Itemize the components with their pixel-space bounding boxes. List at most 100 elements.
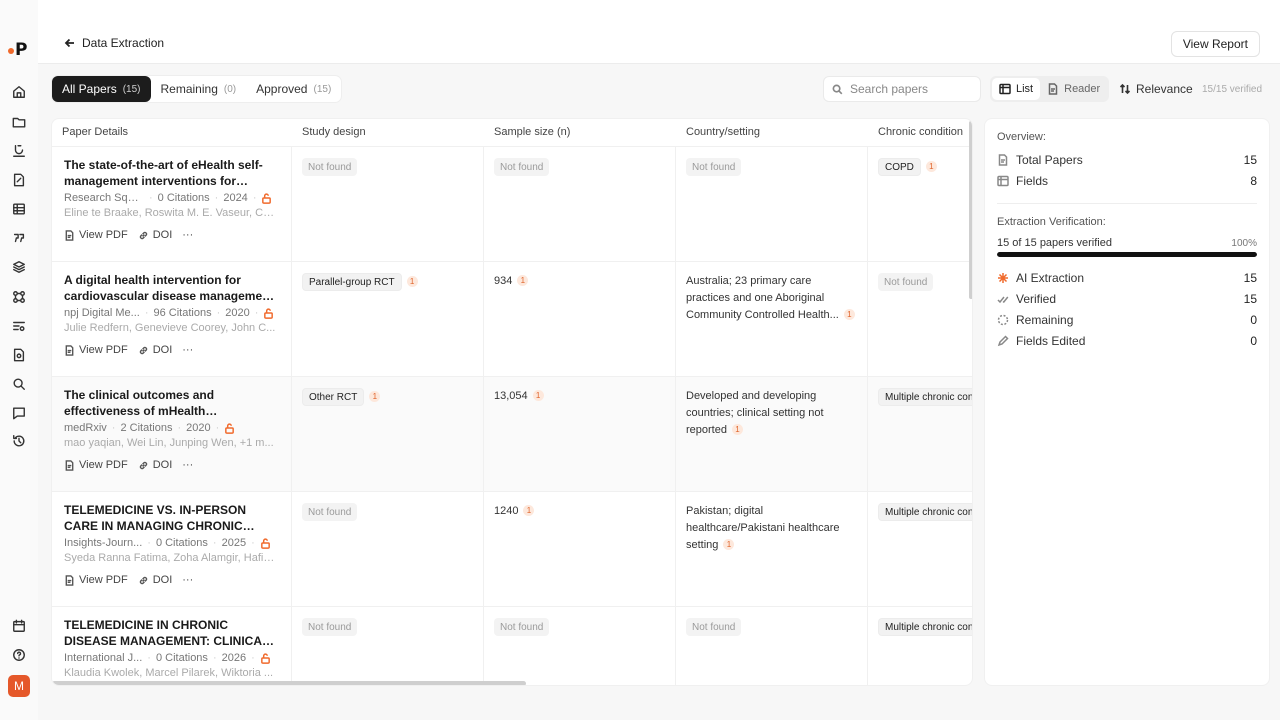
country-setting-cell[interactable]: Not found — [676, 607, 868, 685]
help-icon[interactable] — [11, 647, 27, 663]
source-count-badge[interactable]: 1 — [406, 275, 418, 287]
sort-button[interactable]: Relevance — [1119, 82, 1193, 96]
table-row[interactable]: TELEMEDICINE VS. IN-PERSON CARE IN MANAG… — [52, 491, 972, 606]
chronic-condition-cell[interactable]: Multiple chronic conditions1 — [868, 377, 972, 491]
value-text[interactable]: 1240 — [494, 505, 518, 517]
view-pdf-link[interactable]: View PDF — [64, 459, 128, 471]
sample-size-cell[interactable]: 13,054 1 — [484, 377, 676, 491]
column-header-study-design[interactable]: Study design — [292, 119, 484, 145]
table-row[interactable]: A digital health intervention for cardio… — [52, 261, 972, 376]
view-pdf-link[interactable]: View PDF — [64, 574, 128, 586]
unlock-icon[interactable] — [261, 192, 272, 204]
column-header-paper-details[interactable]: Paper Details — [52, 119, 292, 145]
network-icon[interactable] — [11, 289, 27, 305]
unlock-icon[interactable] — [260, 652, 271, 664]
country-setting-cell[interactable]: Australia; 23 primary care practices and… — [676, 262, 868, 376]
study-design-cell[interactable]: Parallel-group RCT 1 — [292, 262, 484, 376]
study-design-cell[interactable]: Other RCT 1 — [292, 377, 484, 491]
app-logo[interactable]: P — [8, 40, 27, 60]
value-text[interactable]: Pakistan; digital healthcare/Pakistani h… — [686, 505, 839, 551]
sample-size-cell[interactable]: 934 1 — [484, 262, 676, 376]
table-row[interactable]: The state-of-the-art of eHealth self-man… — [52, 146, 972, 261]
unlock-icon[interactable] — [263, 307, 274, 319]
source-count-badge[interactable]: 1 — [723, 539, 735, 550]
column-header-chronic-condition[interactable]: Chronic condition — [868, 119, 972, 145]
chronic-condition-cell[interactable]: Multiple chronic conditions1 — [868, 607, 972, 685]
home-icon[interactable] — [11, 84, 27, 100]
country-setting-cell[interactable]: Not found — [676, 147, 868, 261]
column-header-country-setting[interactable]: Country/setting — [676, 119, 868, 145]
search-icon[interactable] — [11, 376, 27, 392]
source-count-badge[interactable]: 1 — [532, 390, 544, 401]
source-count-badge[interactable]: 1 — [925, 160, 937, 172]
avatar[interactable]: M — [8, 675, 30, 697]
chat-icon[interactable] — [11, 405, 27, 421]
source-count-badge[interactable]: 1 — [731, 424, 743, 435]
view-report-button[interactable]: View Report — [1170, 31, 1260, 57]
table-icon[interactable] — [11, 201, 27, 217]
list-view-button[interactable]: List — [992, 78, 1041, 100]
value-text[interactable]: Australia; 23 primary care practices and… — [686, 275, 839, 321]
more-options-button[interactable]: ··· — [182, 344, 193, 356]
paper-title[interactable]: TELEMEDICINE IN CHRONIC DISEASE MANAGEME… — [64, 617, 279, 649]
value-tag[interactable]: Multiple chronic conditions — [878, 503, 972, 521]
doi-link[interactable]: DOI — [138, 574, 172, 586]
doi-link[interactable]: DOI — [138, 229, 172, 241]
tab-approved[interactable]: Approved (15) — [246, 76, 341, 102]
paper-title[interactable]: The clinical outcomes and effectiveness … — [64, 387, 279, 419]
paper-title[interactable]: TELEMEDICINE VS. IN-PERSON CARE IN MANAG… — [64, 502, 279, 534]
value-tag[interactable]: COPD — [878, 158, 921, 176]
history-icon[interactable] — [11, 433, 27, 449]
document-edit-icon[interactable] — [11, 172, 27, 188]
sample-size-cell[interactable]: Not found — [484, 147, 676, 261]
doi-link[interactable]: DOI — [138, 459, 172, 471]
back-link[interactable]: Data Extraction — [64, 36, 164, 50]
vertical-scrollbar[interactable] — [969, 121, 972, 299]
paper-title[interactable]: A digital health intervention for cardio… — [64, 272, 279, 304]
value-tag[interactable]: Multiple chronic conditions — [878, 618, 972, 636]
sample-size-cell[interactable]: 1240 1 — [484, 492, 676, 606]
unlock-icon[interactable] — [260, 537, 271, 549]
tab-all-papers[interactable]: All Papers (15) — [52, 76, 151, 102]
calendar-icon[interactable] — [11, 618, 27, 634]
doi-link[interactable]: DOI — [138, 344, 172, 356]
horizontal-scrollbar[interactable] — [52, 681, 526, 685]
unlock-icon[interactable] — [224, 422, 235, 434]
file-search-icon[interactable] — [11, 347, 27, 363]
study-design-cell[interactable]: Not found — [292, 492, 484, 606]
table-row[interactable]: The clinical outcomes and effectiveness … — [52, 376, 972, 491]
country-setting-cell[interactable]: Developed and developing countries; clin… — [676, 377, 868, 491]
value-tag[interactable]: Multiple chronic conditions — [878, 388, 972, 406]
table-row[interactable]: TELEMEDICINE IN CHRONIC DISEASE MANAGEME… — [52, 606, 972, 685]
sample-size-cell[interactable]: Not found — [484, 607, 676, 685]
value-text[interactable]: 934 — [494, 275, 512, 287]
paper-title[interactable]: The state-of-the-art of eHealth self-man… — [64, 157, 279, 189]
value-text[interactable]: 13,054 — [494, 390, 528, 402]
view-pdf-link[interactable]: View PDF — [64, 344, 128, 356]
list-search-icon[interactable] — [11, 318, 27, 334]
source-count-badge[interactable]: 1 — [843, 309, 855, 320]
more-options-button[interactable]: ··· — [182, 229, 193, 241]
quote-icon[interactable] — [11, 230, 27, 246]
value-text[interactable]: Developed and developing countries; clin… — [686, 390, 824, 436]
more-options-button[interactable]: ··· — [182, 574, 193, 586]
country-setting-cell[interactable]: Pakistan; digital healthcare/Pakistani h… — [676, 492, 868, 606]
value-tag[interactable]: Parallel-group RCT — [302, 273, 402, 291]
study-design-cell[interactable]: Not found — [292, 147, 484, 261]
folder-icon[interactable] — [11, 114, 27, 130]
column-header-sample-size[interactable]: Sample size (n) — [484, 119, 676, 145]
chronic-condition-cell[interactable]: Not found — [868, 262, 972, 376]
source-count-badge[interactable]: 1 — [517, 275, 529, 286]
more-options-button[interactable]: ··· — [182, 459, 193, 471]
view-pdf-link[interactable]: View PDF — [64, 229, 128, 241]
chronic-condition-cell[interactable]: Multiple chronic conditions1 — [868, 492, 972, 606]
value-tag[interactable]: Other RCT — [302, 388, 365, 406]
layers-icon[interactable] — [11, 259, 27, 275]
reader-view-button[interactable]: Reader — [1040, 78, 1107, 100]
study-design-cell[interactable]: Not found — [292, 607, 484, 685]
source-count-badge[interactable]: 1 — [369, 390, 381, 402]
tab-remaining[interactable]: Remaining (0) — [151, 76, 247, 102]
search-input[interactable] — [850, 82, 970, 96]
source-count-badge[interactable]: 1 — [523, 505, 535, 516]
extraction-icon[interactable] — [7, 139, 31, 163]
